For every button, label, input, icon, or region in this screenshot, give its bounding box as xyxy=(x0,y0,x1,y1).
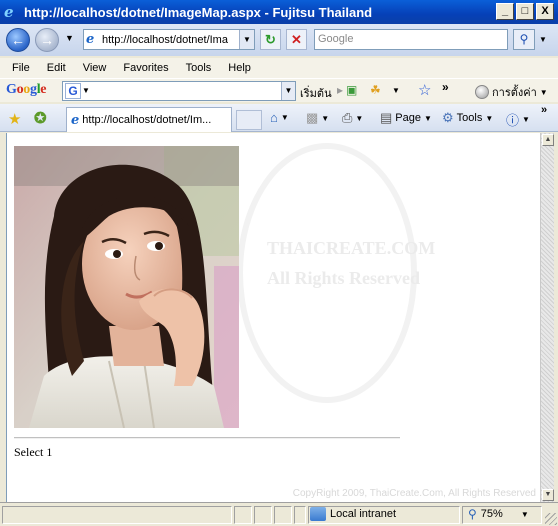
tab-bar: ★ ✪ e http://localhost/dotnet/Im... ⌂ ▼ ▩… xyxy=(0,104,558,132)
tab-current[interactable]: e http://localhost/dotnet/Im... xyxy=(66,107,232,132)
window-title: http://localhost/dotnet/ImageMap.aspx - … xyxy=(24,4,373,20)
address-toolbar: ← → ▼ e http://localhost/dotnet/Ima ▼ ↻ … xyxy=(0,24,558,56)
zoom-button[interactable]: ⚲ 75% ▼ xyxy=(468,507,529,521)
google-history-dropdown[interactable]: ▼ xyxy=(281,82,295,100)
puzzle-icon[interactable]: ☘ xyxy=(370,83,381,97)
menu-file[interactable]: File xyxy=(0,62,38,74)
address-text: http://localhost/dotnet/Ima xyxy=(102,33,228,46)
tools-menu-button[interactable]: ⚙ Tools ▼ xyxy=(442,110,493,126)
menu-favorites[interactable]: Favorites xyxy=(114,62,176,74)
search-options-dropdown[interactable]: ▼ xyxy=(537,29,549,50)
home-dropdown-icon: ▼ xyxy=(280,113,289,122)
printer-icon: ⎙ xyxy=(342,110,353,125)
intranet-icon xyxy=(310,507,326,521)
picture-icon[interactable]: ▣ xyxy=(346,83,357,97)
zone-label: Local intranet xyxy=(330,508,397,520)
maximize-button[interactable]: □ xyxy=(516,3,534,20)
menu-help[interactable]: Help xyxy=(219,62,259,74)
feeds-dropdown-icon: ▼ xyxy=(321,113,330,123)
help-dropdown-icon: ▼ xyxy=(522,115,530,124)
google-toolbar: Google G ▼ ▼ เริ่มต้น ▸ ▣ ☘ ▼ ☆ » การตั้… xyxy=(0,78,558,102)
google-g-icon[interactable]: G xyxy=(65,83,81,99)
ie-logo-icon: e xyxy=(4,3,14,21)
chevron-more-icon[interactable]: » xyxy=(442,80,449,94)
vertical-scrollbar[interactable]: ▲ ▼ xyxy=(540,133,554,502)
close-button[interactable]: X xyxy=(536,3,554,20)
status-segment xyxy=(294,506,306,524)
menu-tools[interactable]: Tools xyxy=(177,62,220,74)
rss-icon: ▩ xyxy=(306,110,319,125)
status-segment xyxy=(254,506,272,524)
menu-view[interactable]: View xyxy=(74,62,115,74)
google-logo[interactable]: Google xyxy=(6,82,47,98)
page-menu-label: Page xyxy=(395,112,421,124)
recent-pages-dropdown[interactable]: ▼ xyxy=(65,33,74,43)
window-controls: _ □ X xyxy=(496,3,554,20)
print-button[interactable]: ⎙ ▼ xyxy=(342,110,363,126)
gear-icon: ⚙ xyxy=(442,110,454,125)
refresh-icon[interactable]: ↻ xyxy=(260,29,281,50)
add-favorite-icon[interactable]: ✪ xyxy=(34,109,47,127)
back-button[interactable]: ← xyxy=(6,28,30,52)
page-content: THAICREATE.COM All Rights Reserved Selec… xyxy=(6,133,540,502)
tools-dropdown-icon: ▼ xyxy=(485,113,494,123)
menu-edit[interactable]: Edit xyxy=(38,62,74,74)
zoom-icon: ⚲ xyxy=(468,507,477,521)
minimize-button[interactable]: _ xyxy=(496,3,514,20)
page-icon: ▤ xyxy=(380,110,393,125)
chevron-overflow-icon[interactable]: » xyxy=(541,104,547,116)
page-menu-button[interactable]: ▤ Page ▼ xyxy=(380,110,432,126)
image-map-photo[interactable] xyxy=(14,146,239,428)
favorites-star-icon[interactable]: ★ xyxy=(8,110,21,128)
forward-button[interactable]: → xyxy=(35,28,59,52)
google-engine-dropdown[interactable]: ▼ xyxy=(82,86,90,95)
watermark-text: THAICREATE.COM All Rights Reserved xyxy=(267,233,435,293)
home-button[interactable]: ⌂ ▼ xyxy=(270,110,289,125)
selected-area-label: Select 1 xyxy=(14,445,53,459)
horizontal-rule xyxy=(14,437,400,439)
help-icon: ⓘ xyxy=(506,113,520,128)
print-dropdown-icon: ▼ xyxy=(355,113,364,123)
watermark-line-1: THAICREATE.COM xyxy=(267,238,436,258)
portrait-image xyxy=(14,146,239,428)
menu-bar: File Edit View Favorites Tools Help xyxy=(0,58,558,78)
zoom-dropdown-icon: ▼ xyxy=(520,509,529,519)
watermark-line-2: All Rights Reserved xyxy=(267,268,420,288)
tab-page-icon: e xyxy=(71,112,80,128)
puzzle-dropdown-icon[interactable]: ▼ xyxy=(392,86,400,95)
page-dropdown-icon: ▼ xyxy=(424,113,432,123)
status-segment xyxy=(274,506,292,524)
stop-icon[interactable]: ✕ xyxy=(286,29,307,50)
copyright-text: CopyRight 2009, ThaiCreate.Com, All Righ… xyxy=(292,488,536,499)
security-zone[interactable]: Local intranet xyxy=(310,507,396,521)
separator-arrow-icon: ▸ xyxy=(337,83,344,97)
tab-title: http://localhost/dotnet/Im... xyxy=(82,114,212,126)
home-icon: ⌂ xyxy=(270,110,278,125)
google-search-input[interactable]: G ▼ ▼ xyxy=(62,81,296,101)
help-button[interactable]: ⓘ ▼ xyxy=(506,110,530,129)
page-icon: e xyxy=(86,31,95,47)
star-bookmark-icon[interactable]: ☆ xyxy=(418,81,431,99)
scroll-down-button[interactable]: ▼ xyxy=(542,489,554,501)
google-settings-button[interactable]: การตั้งค่า ▼ xyxy=(475,83,548,101)
status-text-segment xyxy=(2,506,232,524)
google-start-button[interactable]: เริ่มต้น xyxy=(300,84,332,102)
status-segment xyxy=(234,506,252,524)
google-settings-label: การตั้งค่า xyxy=(492,87,537,99)
feeds-button[interactable]: ▩ ▼ xyxy=(306,110,329,126)
title-bar: e http://localhost/dotnet/ImageMap.aspx … xyxy=(0,0,558,24)
settings-circle-icon xyxy=(475,85,489,99)
search-icon[interactable]: ⚲ xyxy=(513,29,535,50)
new-tab-button[interactable] xyxy=(236,110,262,130)
scroll-up-button[interactable]: ▲ xyxy=(542,134,554,146)
resize-grip[interactable] xyxy=(545,513,557,525)
search-input[interactable]: Google xyxy=(314,29,508,50)
address-dropdown-button[interactable]: ▼ xyxy=(239,30,254,49)
settings-dropdown-icon: ▼ xyxy=(539,87,548,97)
address-input[interactable]: e http://localhost/dotnet/Ima xyxy=(83,29,255,50)
zoom-level: 75% xyxy=(480,508,503,520)
status-bar: Local intranet ⚲ 75% ▼ xyxy=(0,502,558,526)
tools-menu-label: Tools xyxy=(456,112,483,124)
